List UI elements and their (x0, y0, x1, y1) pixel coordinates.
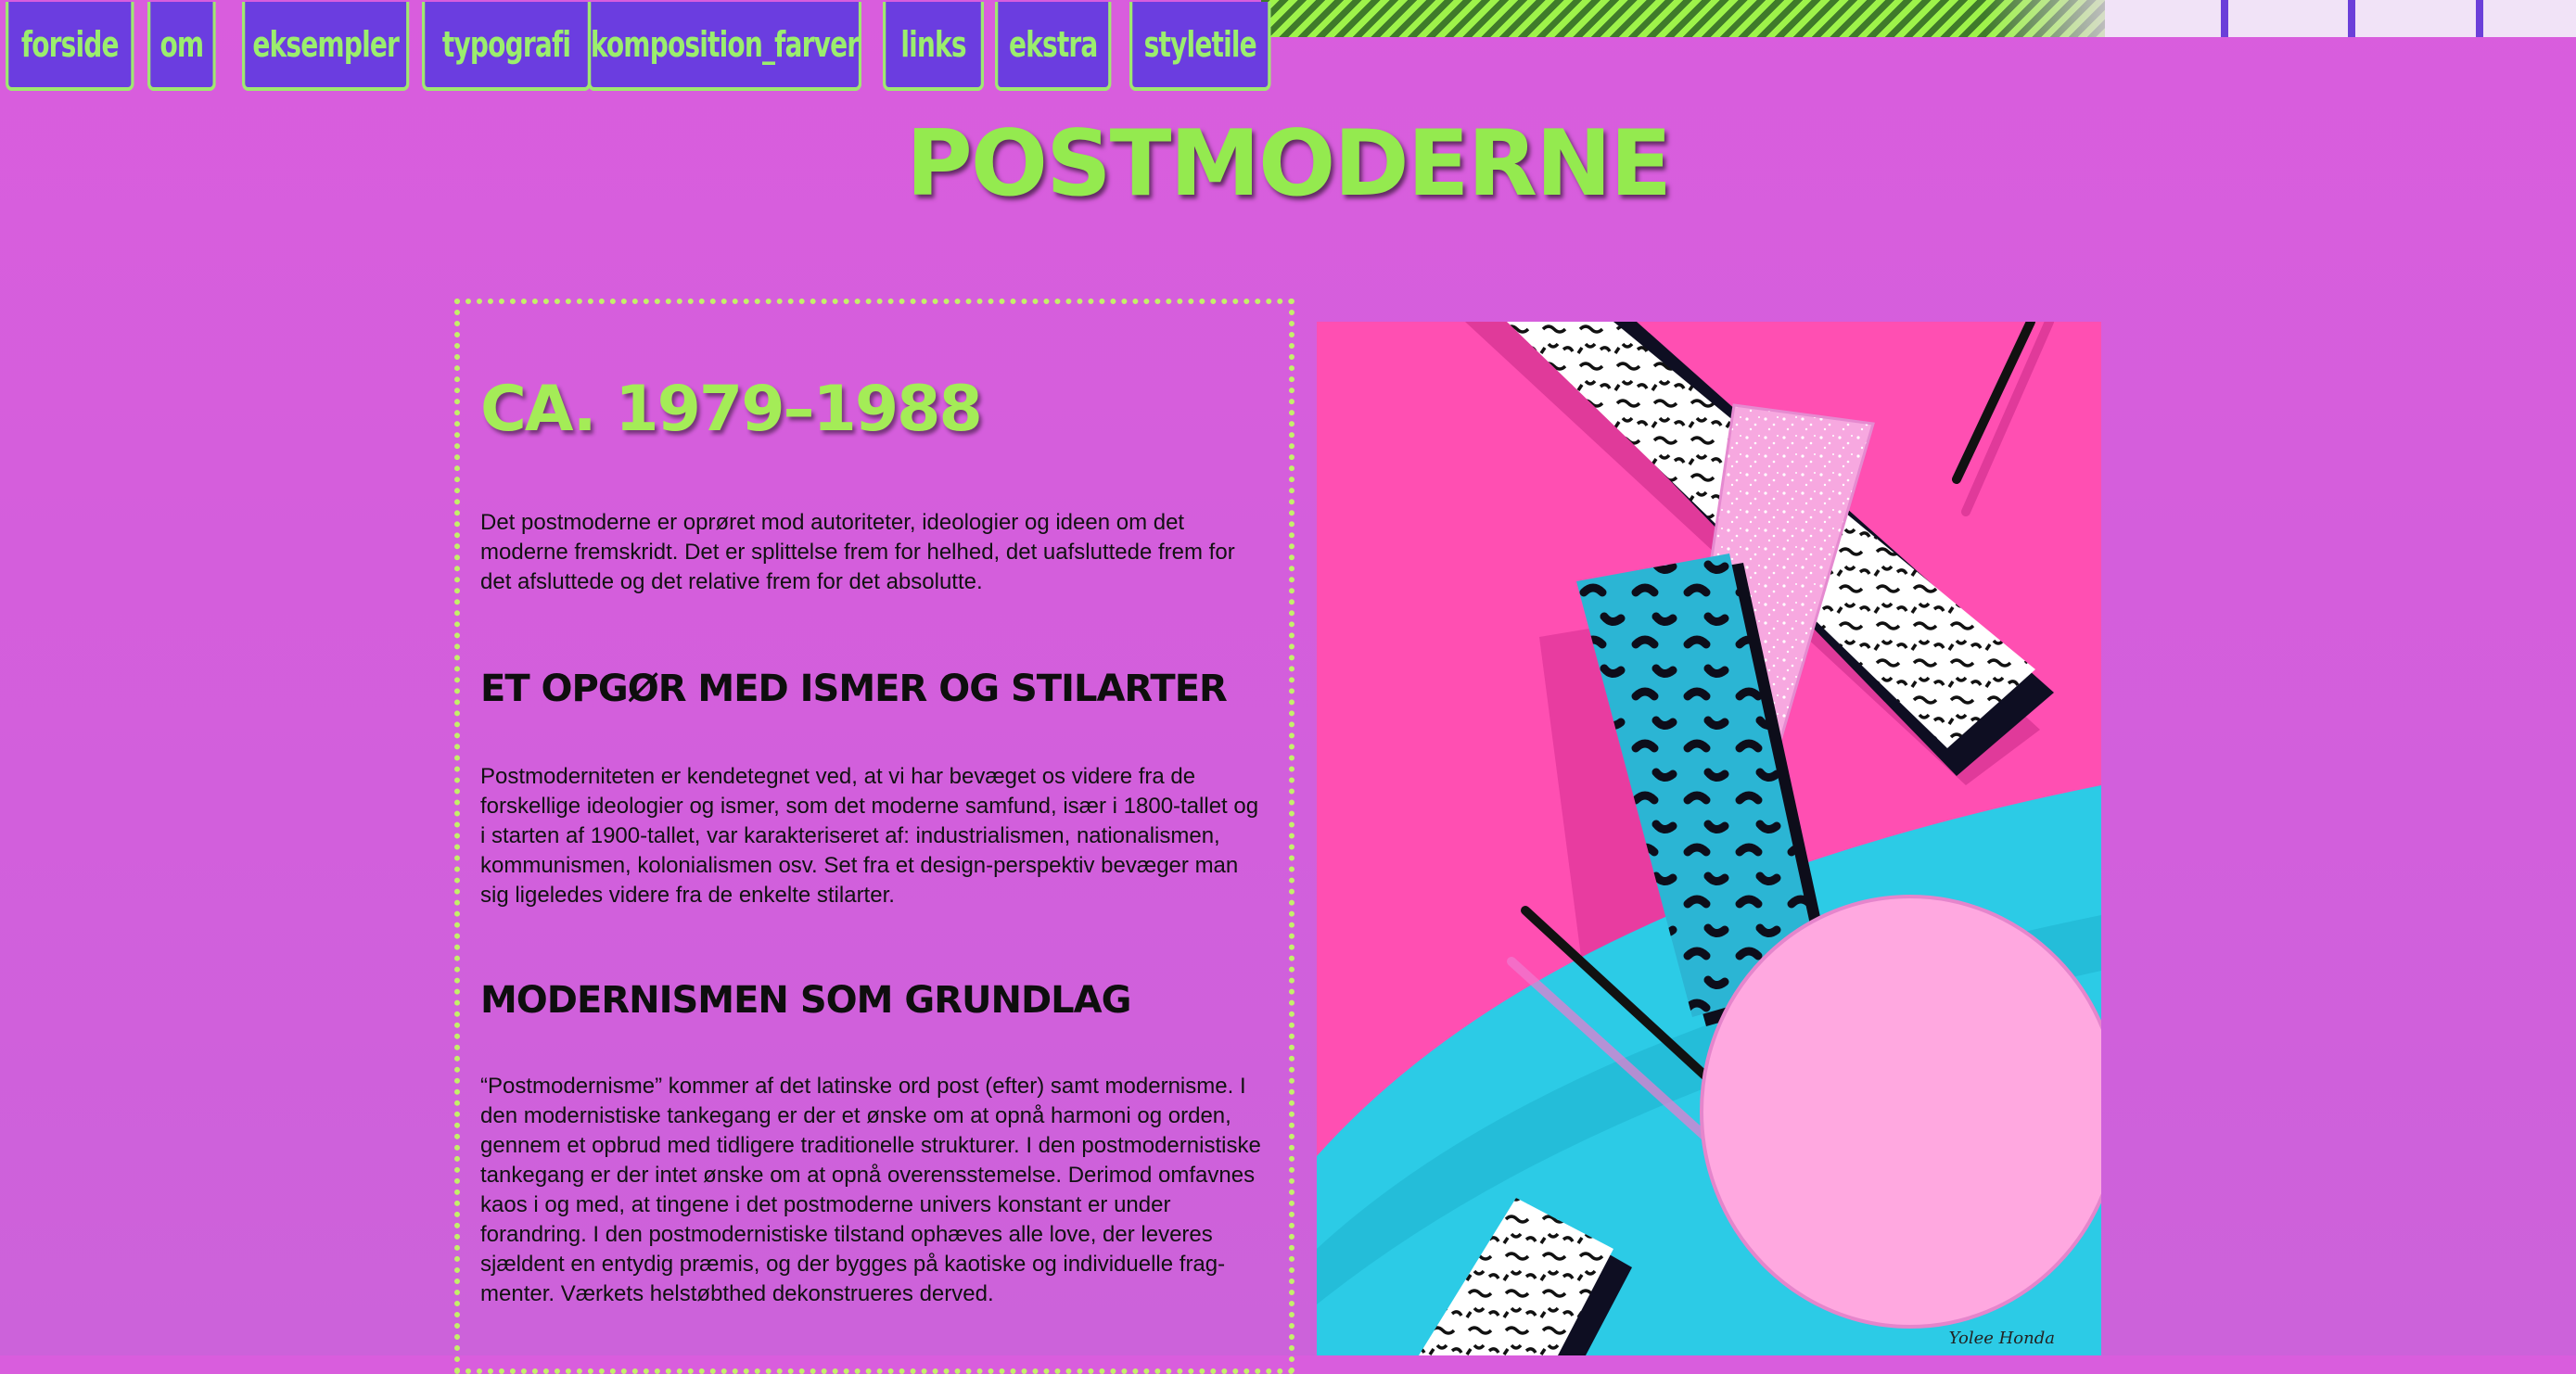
memphis-artwork: Yolee Honda (1317, 322, 2101, 1355)
nav-item-forside[interactable]: forside (6, 2, 134, 91)
nav-item-label: komposition_farver (590, 24, 860, 65)
section1-heading: ET OPGØR MED ISMER OG STILARTER (480, 668, 1228, 710)
nav-item-label: om (159, 24, 204, 65)
period-heading: CA. 1979–1988 (480, 373, 983, 446)
intro-paragraph: Det postmoderne er oprøret mod autoritet… (480, 510, 1235, 594)
page-title: POSTMODERNE (905, 111, 1672, 217)
nav-item-label: styletile (1143, 24, 1257, 65)
nav-item-ekstra[interactable]: ekstra (995, 2, 1112, 91)
artwork-graphic (1317, 322, 2101, 1355)
nav-item-label: forside (20, 24, 120, 65)
section2-heading: MODERNISMEN SOM GRUNDLAG (480, 979, 1131, 1022)
decorative-grid (2105, 0, 2576, 37)
nav-item-komposition-farver[interactable]: komposition_farver (588, 2, 862, 91)
nav-item-styletile[interactable]: styletile (1129, 2, 1271, 91)
section1-paragraph: Postmoderniteten er kendetegnet ved, at … (480, 764, 1259, 908)
section2-paragraph: “Postmodernisme” kommer af det latinske … (480, 1074, 1261, 1306)
nav-item-typografi[interactable]: typografi (422, 2, 592, 91)
artist-signature: Yolee Honda (1948, 1329, 2055, 1348)
nav-item-label: eksempler (252, 24, 400, 65)
nav-item-label: typografi (441, 24, 571, 65)
nav-item-label: ekstra (1008, 24, 1098, 65)
nav-item-om[interactable]: om (147, 2, 216, 91)
nav-item-eksempler[interactable]: eksempler (242, 2, 410, 91)
nav-item-links[interactable]: links (883, 2, 985, 91)
nav-item-label: links (900, 24, 966, 65)
